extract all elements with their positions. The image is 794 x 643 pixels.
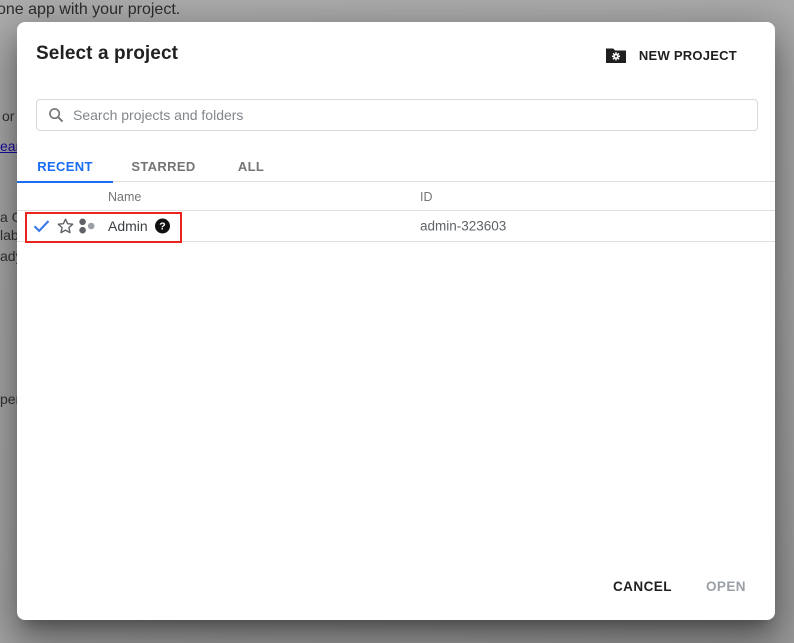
search-box	[36, 99, 758, 131]
new-project-folder-icon	[606, 47, 626, 63]
project-dots-icon	[78, 217, 96, 235]
new-project-button[interactable]: NEW PROJECT	[606, 42, 737, 68]
search-icon	[48, 107, 64, 123]
table-row-admin[interactable]: Admin ? admin-323603	[17, 211, 775, 242]
tab-all[interactable]: ALL	[214, 150, 288, 182]
open-button[interactable]: OPEN	[706, 579, 746, 594]
new-project-label: NEW PROJECT	[639, 48, 737, 63]
help-icon[interactable]: ?	[155, 219, 170, 234]
tab-recent[interactable]: RECENT	[17, 150, 113, 182]
table-header: Name ID	[17, 182, 775, 211]
project-name: Admin	[108, 218, 148, 234]
dialog-footer: CANCEL OPEN	[613, 579, 746, 594]
cancel-button[interactable]: CANCEL	[613, 579, 672, 594]
backdrop-text-top: one app with your project.	[0, 1, 180, 19]
check-icon	[33, 220, 50, 233]
dialog-title: Select a project	[36, 43, 178, 65]
tab-starred[interactable]: STARRED	[113, 150, 214, 182]
select-project-dialog: Select a project NEW PROJECT	[17, 22, 775, 620]
column-header-name: Name	[108, 190, 141, 204]
backdrop-text-fragment: or	[2, 108, 14, 124]
project-id: admin-323603	[420, 219, 506, 234]
search-input[interactable]	[73, 107, 746, 123]
backdrop-text-fragment: lab	[0, 227, 19, 243]
star-outline-icon[interactable]	[57, 218, 74, 234]
column-header-id: ID	[420, 190, 433, 204]
tabs-bar: RECENT STARRED ALL	[17, 150, 775, 182]
